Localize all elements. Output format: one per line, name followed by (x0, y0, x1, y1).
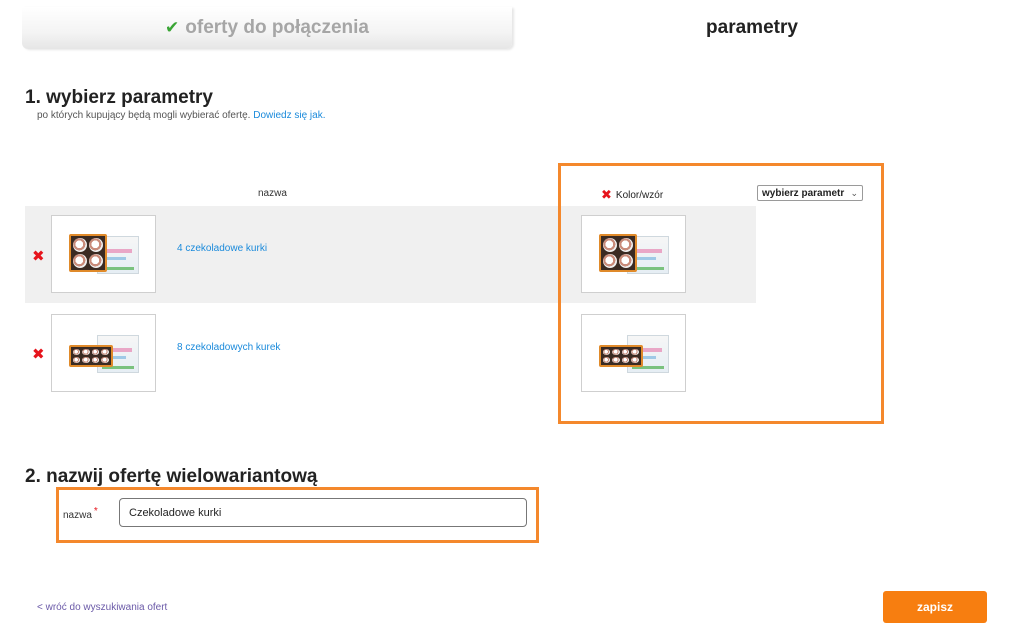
column-header-name: nazwa (258, 188, 287, 199)
name-field-label-text: nazwa (63, 510, 92, 521)
offer-name-input[interactable] (119, 498, 527, 527)
required-asterisk: * (93, 506, 98, 517)
section-1-subtitle-text: po których kupujący będą mogli wybierać … (37, 110, 251, 121)
product-thumbnail (51, 314, 156, 392)
remove-x-icon[interactable]: ✖ (32, 249, 45, 264)
section-1-subtitle: po których kupujący będą mogli wybierać … (37, 110, 326, 121)
tab-parameters[interactable]: parametry (512, 7, 992, 49)
help-link[interactable]: Dowiedz się jak. (253, 110, 325, 121)
tab-offers-to-merge[interactable]: ✔ oferty do połączenia (22, 7, 512, 49)
tab-offers-to-merge-label: oferty do połączenia (185, 17, 369, 38)
save-button[interactable]: zapisz (883, 591, 987, 623)
back-to-search-link[interactable]: < wróć do wyszukiwania ofert (37, 602, 167, 613)
section-2-title: 2. nazwij ofertę wielowariantową (25, 466, 318, 487)
name-field-label: nazwa * (63, 506, 98, 521)
checkmark-icon: ✔ (165, 18, 180, 37)
section-1-title: 1. wybierz parametry (25, 87, 213, 108)
product-link[interactable]: 8 czekoladowych kurek (177, 342, 280, 353)
remove-x-icon[interactable]: ✖ (32, 347, 45, 362)
highlight-parameter-column (558, 163, 884, 424)
tab-parameters-label: parametry (706, 17, 798, 38)
product-link[interactable]: 4 czekoladowe kurki (177, 243, 267, 254)
product-thumbnail (51, 215, 156, 293)
